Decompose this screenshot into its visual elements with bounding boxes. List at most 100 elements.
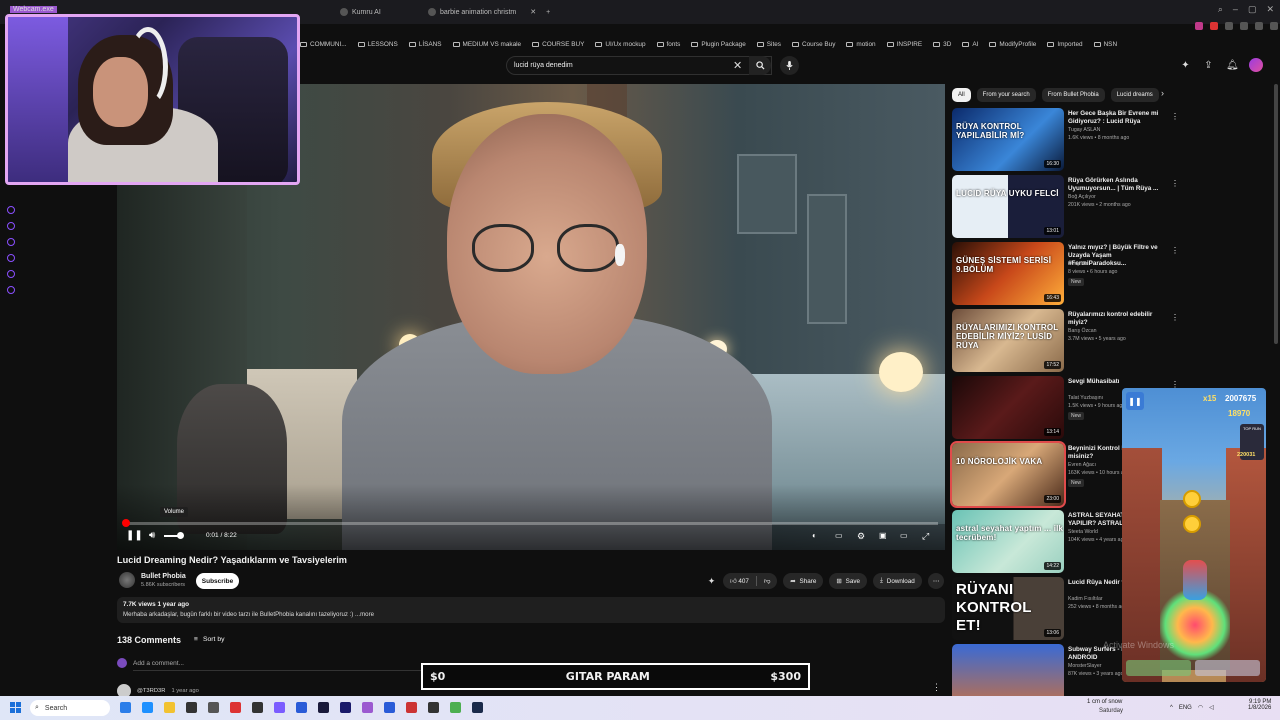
add-comment-field[interactable]: Add a comment...: [117, 658, 184, 668]
recommended-video[interactable]: RÜYALARIMIZI KONTROL EDEBİLİR MİYİZ? LUS…: [952, 309, 1182, 373]
page-scrollbar[interactable]: [1274, 84, 1278, 344]
bookmark-item[interactable]: LESSONS: [357, 41, 398, 48]
extension-icon[interactable]: [1225, 22, 1233, 30]
recommended-channel[interactable]: Uzay Ve: [1068, 261, 1087, 267]
app-icon[interactable]: [406, 702, 417, 713]
upload-icon[interactable]: ⇪: [1203, 60, 1214, 71]
volume-button[interactable]: 🔊︎: [149, 530, 155, 542]
language-indicator[interactable]: ENG: [1179, 705, 1192, 711]
more-options-icon[interactable]: ⋮: [1171, 313, 1179, 322]
more-actions-button[interactable]: ⋯: [927, 573, 945, 589]
chevron-right-icon[interactable]: ›: [1161, 88, 1164, 98]
recommended-channel[interactable]: Barış Özcan: [1068, 328, 1097, 334]
autoplay-toggle[interactable]: ◐: [812, 530, 817, 542]
extension-icon[interactable]: [1240, 22, 1248, 30]
recommended-channel[interactable]: Kadim Fısıltılar: [1068, 596, 1103, 602]
maximize-icon[interactable]: ▢: [1248, 4, 1257, 15]
close-window-icon[interactable]: ✕: [1266, 4, 1274, 15]
recommended-channel[interactable]: Talat Yuzbaşını: [1068, 395, 1103, 401]
captions-button[interactable]: ▭: [835, 530, 843, 542]
video-thumbnail[interactable]: RÜYALARIMIZI KONTROL EDEBİLİR MİYİZ? LUS…: [952, 309, 1064, 372]
recommended-title[interactable]: Rüyalarımızı kontrol edebilir miyiz?: [1068, 311, 1168, 327]
bookmark-item[interactable]: fonts: [656, 41, 680, 48]
bookmark-item[interactable]: AI: [962, 41, 978, 48]
rail-icon[interactable]: [7, 238, 15, 246]
bookmark-item[interactable]: motion: [846, 41, 876, 48]
bookmark-item[interactable]: ModifyProfile: [989, 41, 1036, 48]
video-thumbnail[interactable]: LUCID RÜYA UYKU FELCİ 13:01: [952, 175, 1064, 238]
bookmark-item[interactable]: Sites: [756, 41, 781, 48]
wifi-icon[interactable]: ◠: [1198, 704, 1203, 711]
dislike-button[interactable]: 👎︎: [764, 577, 770, 585]
bookmark-item[interactable]: Plugin Package: [691, 41, 746, 48]
more-options-icon[interactable]: ⋮: [1171, 112, 1179, 121]
recommended-channel[interactable]: Evren Ağacı: [1068, 462, 1096, 468]
chip-lucid-dreams[interactable]: Lucid dreams: [1110, 88, 1159, 102]
discord-icon[interactable]: [274, 702, 285, 713]
extension-icon[interactable]: [1270, 22, 1278, 30]
aftereffects-icon[interactable]: [296, 702, 307, 713]
more-options-icon[interactable]: ⋮: [1171, 246, 1179, 255]
weather-app-icon[interactable]: [120, 702, 131, 713]
comment-menu-icon[interactable]: ⋮: [932, 682, 941, 693]
recommended-video[interactable]: LUCID RÜYA UYKU FELCİ 13:01 Rüya Görürken …: [952, 175, 1182, 239]
game-pause-button[interactable]: ❚❚: [1126, 392, 1144, 410]
extension-icon[interactable]: [1255, 22, 1263, 30]
fullscreen-button[interactable]: ⤢: [922, 530, 929, 542]
volume-knob[interactable]: [177, 532, 184, 539]
new-tab-icon[interactable]: +: [546, 9, 550, 16]
commenter-name[interactable]: @T3RD3R: [137, 688, 165, 694]
recommended-channel[interactable]: Boğ Açılıyor: [1068, 194, 1096, 200]
video-thumbnail[interactable]: astral seyahat yaptım ... ilk tecrübem! 1…: [952, 510, 1064, 573]
clear-search-icon[interactable]: ✕: [733, 59, 742, 72]
extension-icon[interactable]: [1210, 22, 1218, 30]
notion-icon[interactable]: [428, 702, 439, 713]
windows-start-icon[interactable]: [10, 702, 21, 713]
chip-from-channel[interactable]: From Bullet Phobia: [1041, 88, 1105, 102]
chevron-up-icon[interactable]: ^: [1170, 705, 1173, 711]
taskbar-search[interactable]: ⌕ Search: [30, 700, 110, 716]
steam-icon[interactable]: [472, 702, 483, 713]
adobe-icon[interactable]: [384, 702, 395, 713]
rail-icon[interactable]: [7, 222, 15, 230]
bookmark-item[interactable]: COURSE BUY: [532, 41, 584, 48]
app-icon[interactable]: [450, 702, 461, 713]
illustrator-icon[interactable]: [208, 702, 219, 713]
bookmark-item[interactable]: COMMUNI...: [300, 41, 347, 48]
video-thumbnail[interactable]: RÜYANI KONTROL ET! 13:06: [952, 577, 1064, 640]
like-button[interactable]: 👍︎ 407: [730, 577, 749, 585]
chrome-icon[interactable]: [230, 702, 241, 713]
rail-icon[interactable]: [7, 270, 15, 278]
ask-ai-icon[interactable]: ✦: [706, 576, 717, 587]
github-icon[interactable]: [252, 702, 263, 713]
account-avatar[interactable]: [1249, 58, 1263, 72]
rail-icon[interactable]: [7, 286, 15, 294]
recommended-title[interactable]: Sevgi Mühasibatı: [1068, 378, 1168, 386]
chip-from-search[interactable]: From your search: [976, 88, 1036, 102]
theater-button[interactable]: ▭: [900, 530, 908, 542]
more-options-icon[interactable]: ⋮: [1171, 179, 1179, 188]
progress-bar[interactable]: [124, 522, 938, 525]
chip-all[interactable]: All: [952, 88, 971, 102]
bookmark-item[interactable]: INSPIRE: [886, 41, 922, 48]
clock[interactable]: 9:19 PM 1/8/2026: [1248, 699, 1271, 711]
recommended-channel[interactable]: Steeta World: [1068, 529, 1098, 535]
minimize-icon[interactable]: –: [1233, 4, 1238, 15]
bookmark-item[interactable]: Imported: [1047, 41, 1083, 48]
store-icon[interactable]: [186, 702, 197, 713]
recommended-title[interactable]: Her Gece Başka Bir Evrene mi Gidiyoruz? …: [1068, 110, 1168, 126]
pause-button[interactable]: ❚❚: [126, 530, 143, 542]
recommended-title[interactable]: Rüya Görürken Aslında Uyumuyorsun... | T…: [1068, 177, 1168, 193]
bookmark-item[interactable]: MEDIUM VS makale: [452, 41, 521, 48]
recommended-video[interactable]: GÜNEŞ SİSTEMİ SERİSİ 9.BÖLÜM 16:43 Yalnız …: [952, 242, 1182, 306]
close-tab-icon[interactable]: ✕: [530, 8, 536, 16]
extension-puzzle-icon[interactable]: ✦: [1180, 60, 1191, 71]
opera-icon[interactable]: [340, 702, 351, 713]
subscribe-button[interactable]: Subscribe: [196, 573, 239, 589]
rail-icon[interactable]: [7, 254, 15, 262]
save-button[interactable]: ⊞ Save: [829, 573, 867, 589]
video-thumbnail[interactable]: 10 NÖROLOJİK VAKA 23:00: [950, 441, 1066, 508]
bookmark-item[interactable]: 3D: [933, 41, 951, 48]
bookmark-item[interactable]: UI/Ux mockup: [595, 41, 646, 48]
channel-avatar[interactable]: [119, 572, 135, 588]
